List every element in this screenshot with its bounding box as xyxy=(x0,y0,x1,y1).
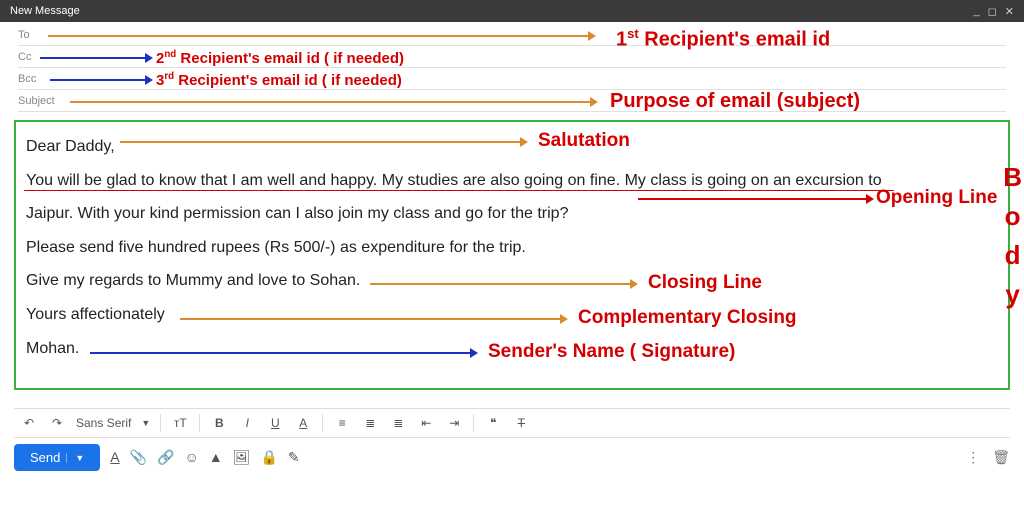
font-caret-icon[interactable]: ▼ xyxy=(141,418,150,428)
quote-icon[interactable]: ❝ xyxy=(484,414,502,432)
arrow-opening-line xyxy=(638,198,866,200)
compose-titlebar: New Message _ ◻ ✕ xyxy=(0,0,1024,22)
annot-complementary: Complementary Closing xyxy=(578,307,797,329)
annot-body-vertical: B o d y xyxy=(1003,158,1022,314)
text-format-icon[interactable]: A xyxy=(110,449,119,466)
annot-recipient3: 3rd Recipient's email id ( if needed) xyxy=(156,71,402,89)
body-p4: Give my regards to Mummy and love to Soh… xyxy=(26,264,998,298)
annot-signature: Sender's Name ( Signature) xyxy=(488,341,735,363)
send-row: Send ▼ A 📎 🔗 ☺ ▲ 🖼 🔒 ✎ ⋮ 🗑 xyxy=(14,444,1010,471)
italic-icon[interactable]: I xyxy=(238,414,256,432)
strikethrough-icon[interactable]: T xyxy=(512,414,530,432)
body-salutation: Dear Daddy, xyxy=(26,130,998,164)
arrow-salutation xyxy=(120,141,520,143)
minimize-icon[interactable]: _ xyxy=(974,5,980,18)
more-options-icon[interactable]: ⋮ xyxy=(966,449,980,466)
numbered-list-icon[interactable]: ≣ xyxy=(361,414,379,432)
align-icon[interactable]: ≡ xyxy=(333,414,351,432)
send-options-caret-icon[interactable]: ▼ xyxy=(66,453,84,463)
insert-link-icon[interactable]: 🔗 xyxy=(157,449,174,466)
bold-icon[interactable]: B xyxy=(210,414,228,432)
send-button[interactable]: Send ▼ xyxy=(14,444,100,471)
body-p1: You will be glad to know that I am well … xyxy=(26,164,998,198)
font-family-select[interactable]: Sans Serif xyxy=(76,416,131,430)
annot-recipient2: 2nd Recipient's email id ( if needed) xyxy=(156,49,404,67)
annot-salutation: Salutation xyxy=(538,130,630,152)
undo-icon[interactable]: ↶ xyxy=(20,414,38,432)
confidential-mode-icon[interactable]: 🔒 xyxy=(260,449,277,466)
font-size-icon[interactable]: ᴛT xyxy=(171,414,189,432)
redo-icon[interactable]: ↷ xyxy=(48,414,66,432)
text-color-icon[interactable]: A xyxy=(294,414,312,432)
arrow-signature xyxy=(90,352,470,354)
send-button-label: Send xyxy=(30,450,60,465)
insert-signature-icon[interactable]: ✎ xyxy=(288,449,300,466)
window-controls: _ ◻ ✕ xyxy=(974,5,1014,18)
annot-subject: Purpose of email (subject) xyxy=(610,90,860,113)
subject-label: Subject xyxy=(18,95,58,107)
arrow-to xyxy=(48,35,588,37)
insert-drive-icon[interactable]: ▲ xyxy=(209,449,223,466)
close-icon[interactable]: ✕ xyxy=(1005,5,1014,18)
maximize-icon[interactable]: ◻ xyxy=(988,5,997,18)
body-p3: Please send five hundred rupees (Rs 500/… xyxy=(26,231,998,265)
compose-title: New Message xyxy=(10,5,80,17)
indent-less-icon[interactable]: ⇤ xyxy=(417,414,435,432)
indent-more-icon[interactable]: ⇥ xyxy=(445,414,463,432)
email-body[interactable]: Dear Daddy, You will be glad to know tha… xyxy=(26,130,998,365)
bulleted-list-icon[interactable]: ≣ xyxy=(389,414,407,432)
annot-closing: Closing Line xyxy=(648,272,762,294)
arrow-bcc xyxy=(50,79,145,81)
discard-draft-icon[interactable]: 🗑 xyxy=(992,449,1010,466)
annot-recipient1: 1st Recipient's email id xyxy=(616,26,830,52)
arrow-complementary xyxy=(180,318,560,320)
underline-opening xyxy=(24,190,894,191)
arrow-subject xyxy=(70,101,590,103)
insert-emoji-icon[interactable]: ☺ xyxy=(185,449,199,466)
insert-photo-icon[interactable]: 🖼 xyxy=(233,449,251,466)
body-closing: Yours affectionately xyxy=(26,298,998,332)
arrow-cc xyxy=(40,57,145,59)
format-toolbar: ↶ ↷ Sans Serif ▼ ᴛT B I U A ≡ ≣ ≣ ⇤ ⇥ ❝ … xyxy=(14,408,1010,438)
arrow-closing xyxy=(370,283,630,285)
attach-file-icon[interactable]: 📎 xyxy=(130,449,147,466)
annot-opening-line: Opening Line xyxy=(876,187,997,209)
underline-icon[interactable]: U xyxy=(266,414,284,432)
body-p2: Jaipur. With your kind permission can I … xyxy=(26,197,998,231)
